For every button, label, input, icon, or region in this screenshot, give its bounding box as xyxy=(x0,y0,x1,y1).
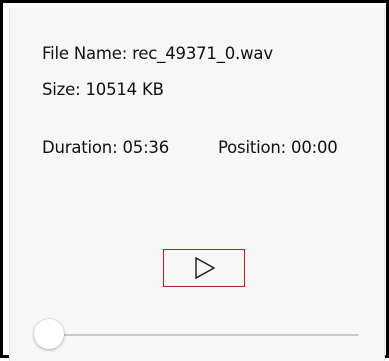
seek-thumb[interactable] xyxy=(34,319,64,349)
play-button[interactable] xyxy=(163,249,245,287)
player-frame: File Name: rec_49371_0.wav Size: 10514 K… xyxy=(0,0,389,361)
seek-track[interactable] xyxy=(47,334,359,336)
file-size-label: Size: 10514 KB xyxy=(42,80,164,99)
play-icon xyxy=(191,255,217,281)
duration-label: Duration: 05:36 xyxy=(42,138,170,157)
position-label: Position: 00:00 xyxy=(218,138,338,157)
file-name-label: File Name: rec_49371_0.wav xyxy=(42,44,273,63)
